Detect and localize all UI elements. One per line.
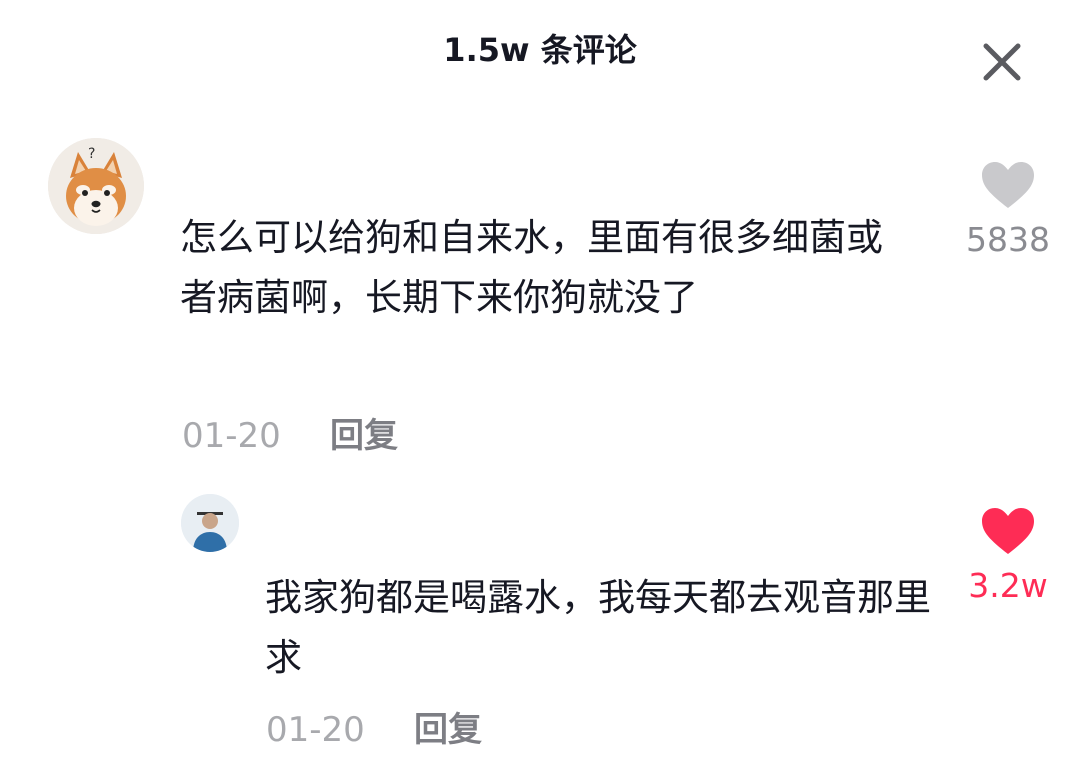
avatar[interactable]: ? bbox=[48, 138, 144, 234]
page-title: 1.5w 条评论 bbox=[443, 31, 637, 69]
comment-text: 怎么可以给狗和自来水，里面有很多细菌或者病菌啊，长期下来你狗就没了 bbox=[180, 216, 883, 319]
comment-date: 01-20 bbox=[182, 416, 281, 456]
like-button[interactable]: 5838 bbox=[960, 160, 1056, 260]
shiba-dog-avatar-icon: ? bbox=[48, 138, 144, 234]
heart-icon bbox=[982, 162, 1034, 208]
person-avatar-icon bbox=[181, 494, 239, 552]
like-count: 3.2w bbox=[968, 566, 1048, 605]
avatar[interactable] bbox=[181, 494, 239, 552]
like-count: 5838 bbox=[966, 220, 1050, 259]
reply-button[interactable]: 回复 bbox=[330, 416, 398, 456]
like-button[interactable]: 3.2w bbox=[960, 506, 1056, 606]
close-button[interactable] bbox=[978, 38, 1026, 86]
heart-filled-icon bbox=[982, 508, 1034, 554]
close-icon bbox=[983, 43, 1021, 81]
comment-date: 01-20 bbox=[266, 710, 365, 750]
reply-button[interactable]: 回复 bbox=[414, 710, 482, 750]
comment-text: 我家狗都是喝露水，我每天都去观音那里求 bbox=[265, 576, 931, 679]
svg-text:?: ? bbox=[88, 146, 95, 162]
